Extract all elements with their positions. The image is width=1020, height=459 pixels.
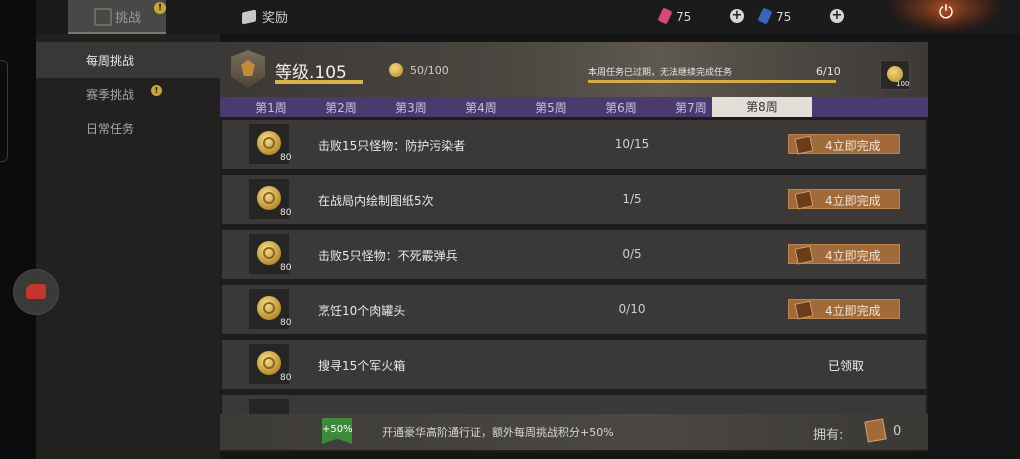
finish-now-label: 4立即完成 bbox=[825, 249, 881, 263]
ticket-icon bbox=[794, 135, 814, 155]
task-name: 烹饪10个肉罐头 bbox=[318, 304, 406, 318]
ticket-icon bbox=[794, 300, 814, 320]
add-red-currency-button[interactable]: + bbox=[730, 9, 744, 23]
currency-blue: 75 bbox=[757, 7, 792, 25]
sidebar-item-label: 赛季挑战 bbox=[86, 88, 135, 102]
blue-card-icon bbox=[757, 7, 773, 25]
task-row: 80 击败15只怪物：防护污染者 10/15 4立即完成 bbox=[222, 120, 926, 169]
sidebar-item-label: 日常任务 bbox=[86, 122, 135, 136]
notice-badge-icon: ! bbox=[151, 85, 162, 96]
ticket-icon bbox=[794, 245, 814, 265]
task-reward-points: 80 bbox=[280, 208, 292, 218]
task-progress: 1/5 bbox=[622, 192, 642, 206]
task-name: 击败5只怪物：不死霰弹兵 bbox=[318, 249, 458, 263]
tab-week-1[interactable]: 第1周 bbox=[236, 99, 306, 116]
currency-blue-value: 75 bbox=[776, 10, 792, 24]
weekly-progress-fill bbox=[588, 80, 836, 83]
medal-inner bbox=[263, 357, 275, 369]
expired-notice: 本周任务已过期，无法继续完成任务 bbox=[588, 68, 733, 78]
medal-inner bbox=[263, 247, 275, 259]
finish-now-button[interactable]: 4立即完成 bbox=[788, 189, 900, 210]
task-progress: 10/15 bbox=[614, 137, 650, 151]
task-name: 击败15只怪物：防护污染者 bbox=[318, 139, 466, 153]
task-reward-points: 80 bbox=[280, 373, 292, 383]
finish-now-label: 4立即完成 bbox=[825, 194, 881, 208]
task-reward-points: 80 bbox=[280, 318, 292, 328]
tab-week-6[interactable]: 第6周 bbox=[586, 99, 656, 116]
task-row: 80 搜寻15个军火箱 已领取 bbox=[222, 340, 926, 389]
tab-challenge-label: 挑战 bbox=[115, 11, 142, 26]
owned-label: 拥有: bbox=[813, 428, 844, 443]
sidebar-item-season[interactable]: 赛季挑战! bbox=[36, 76, 220, 112]
premium-pass-promo[interactable]: 开通豪华高阶通行证，额外每周挑战积分+50% bbox=[382, 424, 614, 440]
reward-icon bbox=[242, 9, 256, 25]
task-row: 80 击败5只怪物：不死霰弹兵 0/5 4立即完成 bbox=[222, 230, 926, 279]
task-progress: 0/5 bbox=[622, 247, 642, 261]
coin-icon bbox=[389, 63, 403, 77]
task-progress: 0/10 bbox=[618, 302, 646, 316]
task-row-partial bbox=[222, 395, 926, 414]
ticket-icon bbox=[794, 190, 814, 210]
red-gem-icon bbox=[657, 7, 673, 25]
floating-assistant-button[interactable] bbox=[13, 269, 59, 315]
sidebar-item-weekly[interactable]: 每周挑战 bbox=[36, 42, 220, 78]
challenge-icon bbox=[94, 8, 112, 26]
ticket-icon bbox=[864, 418, 887, 443]
add-blue-currency-button[interactable]: + bbox=[830, 9, 844, 23]
task-reward-box bbox=[249, 399, 289, 414]
tab-reward-label: 奖励 bbox=[262, 11, 289, 26]
level-points: 50/100 bbox=[410, 64, 449, 77]
weekly-progress-count: 6/10 bbox=[816, 65, 841, 78]
medal-inner bbox=[263, 137, 275, 149]
finish-now-label: 4立即完成 bbox=[825, 139, 881, 153]
tab-week-2[interactable]: 第2周 bbox=[306, 99, 376, 116]
notice-badge-icon: ! bbox=[154, 2, 166, 14]
task-reward-points: 80 bbox=[280, 263, 292, 273]
level-progress-fill bbox=[275, 80, 363, 84]
sidebar: 每周挑战 赛季挑战! 日常任务 bbox=[36, 34, 220, 459]
tab-reward[interactable]: 奖励 bbox=[242, 7, 288, 26]
finish-now-button[interactable]: 4立即完成 bbox=[788, 299, 900, 320]
currency-red-value: 75 bbox=[676, 10, 692, 24]
power-icon[interactable]: ⏻ bbox=[934, 2, 958, 24]
medal-inner bbox=[263, 192, 275, 204]
task-name: 在战局内绘制图纸5次 bbox=[318, 194, 434, 208]
tab-week-4[interactable]: 第4周 bbox=[446, 99, 516, 116]
finish-now-button[interactable]: 4立即完成 bbox=[788, 244, 900, 265]
medal-inner bbox=[263, 302, 275, 314]
task-row: 80 在战局内绘制图纸5次 1/5 4立即完成 bbox=[222, 175, 926, 224]
currency-red: 75 bbox=[657, 7, 692, 25]
app-logo-icon bbox=[26, 284, 46, 299]
task-name: 搜寻15个军火箱 bbox=[318, 359, 406, 373]
tab-week-8[interactable]: 第8周 bbox=[712, 97, 812, 117]
task-reward-points: 80 bbox=[280, 153, 292, 163]
bonus-label: +50% bbox=[322, 424, 353, 435]
device-notch bbox=[0, 60, 8, 162]
weekly-reward-count: 100 bbox=[896, 80, 910, 88]
week-tabs: 第1周 第2周 第3周 第4周 第5周 第6周 第7周 第8周 bbox=[220, 97, 928, 117]
claimed-status: 已领取 bbox=[828, 359, 865, 373]
sidebar-item-label: 每周挑战 bbox=[86, 54, 135, 68]
finish-now-button[interactable]: 4立即完成 bbox=[788, 134, 900, 155]
task-row: 80 烹饪10个肉罐头 0/10 4立即完成 bbox=[222, 285, 926, 334]
tab-challenge[interactable]: 挑战 ! bbox=[68, 0, 166, 34]
sidebar-item-daily[interactable]: 日常任务 bbox=[36, 110, 220, 146]
tab-week-5[interactable]: 第5周 bbox=[516, 99, 586, 116]
top-bar bbox=[36, 0, 1020, 34]
tab-week-3[interactable]: 第3周 bbox=[376, 99, 446, 116]
weekly-reward-box[interactable]: 100 bbox=[880, 60, 910, 90]
finish-now-label: 4立即完成 bbox=[825, 304, 881, 318]
owned-count: 0 bbox=[893, 424, 902, 439]
